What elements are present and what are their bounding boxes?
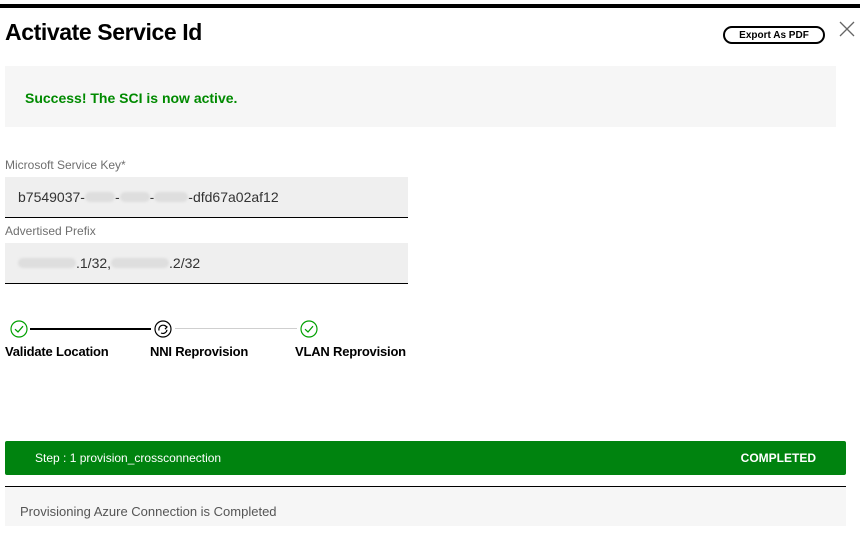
redacted-segment: [111, 258, 170, 268]
advertised-prefix-label: Advertised Prefix: [5, 224, 96, 238]
service-key-value-suffix: -dfd67a02af12: [188, 189, 279, 205]
step-label-nni-reprovision: NNI Reprovision: [150, 344, 249, 359]
service-key-separator: -: [114, 189, 120, 205]
success-alert: Success! The SCI is now active.: [5, 66, 836, 127]
advertised-prefix-value-part1: .1/32,: [76, 255, 112, 271]
advertised-prefix-value-part2: .2/32: [169, 255, 201, 271]
step-connector-pending: [175, 328, 297, 329]
step-label-vlan-reprovision: VLAN Reprovision: [295, 344, 406, 359]
check-circle-icon: [10, 320, 28, 338]
result-panel: Provisioning Azure Connection is Complet…: [5, 487, 846, 526]
export-pdf-button[interactable]: Export As PDF: [723, 26, 825, 44]
top-divider: [0, 4, 860, 8]
step-label-validate-location: Validate Location: [5, 344, 109, 359]
service-key-label: Microsoft Service Key*: [5, 158, 126, 172]
check-circle-icon: [300, 320, 318, 338]
refresh-circle-icon: [154, 320, 172, 338]
dialog-title: Activate Service Id: [5, 19, 202, 45]
close-icon[interactable]: [837, 19, 857, 39]
redacted-segment: [18, 258, 76, 268]
step-connector-complete: [30, 328, 151, 330]
service-key-field[interactable]: b7549037- - - -dfd67a02af12: [5, 177, 408, 218]
status-step-text: Step : 1 provision_crossconnection: [35, 451, 222, 465]
provision-status-bar[interactable]: Step : 1 provision_crossconnection COMPL…: [5, 441, 846, 475]
redacted-segment: [154, 192, 189, 202]
result-message: Provisioning Azure Connection is Complet…: [20, 504, 277, 519]
status-badge: COMPLETED: [740, 451, 816, 465]
redacted-segment: [119, 192, 150, 202]
advertised-prefix-field[interactable]: .1/32, .2/32: [5, 243, 408, 284]
service-key-value-prefix: b7549037-: [18, 189, 85, 205]
redacted-segment: [84, 192, 115, 202]
success-message: Success! The SCI is now active.: [25, 90, 238, 106]
